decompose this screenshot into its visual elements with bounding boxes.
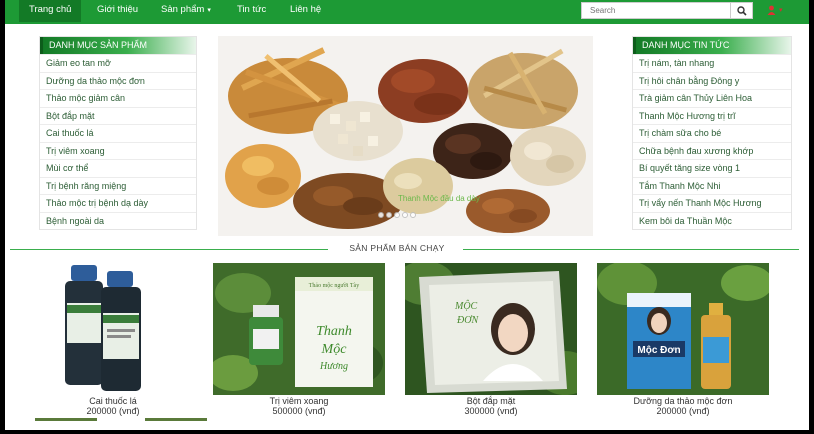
category-item[interactable]: Mùi cơ thể [40,159,196,177]
herbal-skincare-box-image: Mộc Đơn [597,263,769,395]
svg-text:Mộc: Mộc [321,342,348,357]
product-price: 300000 (vnđ) [464,406,518,416]
product-name[interactable]: Cai thuốc lá [27,396,199,406]
dried-herbs-image [218,36,593,236]
news-item[interactable]: Thanh Mộc Hương trị trĩ [633,106,791,125]
nasal-spray-box-image: Thảo mộc người Tày Thanh Mộc Hương [213,263,385,395]
slider-dot[interactable] [394,212,400,218]
category-item[interactable]: Giảm eo tan mỡ [40,54,196,72]
section-divider [10,249,328,250]
slider-dot[interactable] [410,212,416,218]
category-item[interactable]: Trị viêm xoang [40,141,196,160]
search-button[interactable] [730,3,752,18]
search-box [581,2,753,19]
category-item[interactable]: Dưỡng da thảo mộc đơn [40,71,196,90]
category-item[interactable]: Bột đắp mặt [40,106,196,125]
news-item[interactable]: Trị hôi chân bằng Đông y [633,71,791,90]
product-card[interactable]: Thảo mộc người Tày Thanh Mộc Hương Trị v… [213,263,385,423]
slider-dot[interactable] [402,212,408,218]
search-icon [737,6,747,16]
category-item[interactable]: Bệnh ngoài da [40,211,196,230]
svg-text:Thảo mộc người Tày: Thảo mộc người Tày [309,283,359,289]
category-item[interactable]: Thảo mộc trị bệnh dạ dày [40,194,196,212]
product-price: 500000 (vnđ) [272,406,326,416]
chevron-down-icon: ▾ [207,7,211,14]
news-item[interactable]: Tắm Thanh Mộc Nhi [633,176,791,195]
best-sellers-title: SẢN PHẨM BÁN CHẠY [349,243,445,253]
news-item[interactable]: Chữa bệnh đau xương khớp [633,141,791,160]
news-item[interactable]: Trị chàm sữa cho bé [633,124,791,142]
product-image[interactable] [27,263,199,395]
product-name[interactable]: Trị viêm xoang [213,396,385,406]
slider-dots [378,210,418,218]
product-card[interactable]: MỘC ĐƠN Bột đắp mặt 300000 (vnđ) [405,263,577,423]
slider-dot[interactable] [386,212,392,218]
user-menu-button[interactable]: ▾ [765,5,789,17]
news-item[interactable]: Trị vẩy nến Thanh Mộc Hương [633,194,791,212]
top-navbar: Trang chủ Giới thiệu Sản phẩm ▾ Tin tức L… [5,0,809,24]
face-mask-powder-bag-image: MỘC ĐƠN [405,263,577,395]
news-item[interactable]: Kem bôi da Thuần Mộc [633,211,791,230]
news-item[interactable]: Trà giảm cân Thủy Liên Hoa [633,89,791,107]
user-icon [767,5,776,15]
category-item[interactable]: Cai thuốc lá [40,124,196,142]
slider-caption: Thanh Mộc đầu da dày [398,194,480,203]
product-category-title: DANH MỤC SẢN PHẨM [40,37,196,54]
product-image[interactable]: Mộc Đơn [597,263,769,395]
slider-dot[interactable] [378,212,384,218]
nav-products-label: Sản phẩm [161,4,205,15]
hero-slider[interactable]: Thanh Mộc đầu da dày [218,36,593,236]
svg-text:Thanh: Thanh [316,324,352,339]
svg-text:Mộc Đơn: Mộc Đơn [637,345,680,356]
product-price: 200000 (vnđ) [86,406,140,416]
page-frame: Trang chủ Giới thiệu Sản phẩm ▾ Tin tức L… [5,0,809,430]
nav-about[interactable]: Giới thiệu [87,0,148,22]
news-category-panel: DANH MỤC TIN TỨC Trị nám, tàn nhang Trị … [632,36,792,230]
product-price: 200000 (vnđ) [656,406,710,416]
nav-products[interactable]: Sản phẩm ▾ [151,0,221,22]
next-row-image-edge [35,418,97,421]
news-item[interactable]: Trị nám, tàn nhang [633,54,791,72]
section-divider [463,249,799,250]
product-image[interactable]: MỘC ĐƠN [405,263,577,395]
medicine-bottles-image [27,263,199,395]
news-item[interactable]: Bí quyết tăng size vòng 1 [633,159,791,177]
svg-text:Hương: Hương [319,361,348,372]
svg-text:ĐƠN: ĐƠN [456,315,479,326]
product-card[interactable]: Mộc Đơn Dưỡng da thảo mộc đơn 200000 (vn… [597,263,769,423]
product-image[interactable]: Thảo mộc người Tày Thanh Mộc Hương [213,263,385,395]
category-item[interactable]: Thảo mộc giảm cân [40,89,196,107]
next-row-image-edge [145,418,207,421]
nav-contact[interactable]: Liên hệ [280,0,331,22]
nav-news[interactable]: Tin tức [227,0,276,22]
svg-text:MỘC: MỘC [454,300,478,312]
product-name[interactable]: Bột đắp mặt [405,396,577,406]
nav-home[interactable]: Trang chủ [19,0,82,22]
product-card[interactable]: Cai thuốc lá 200000 (vnđ) [27,263,199,423]
news-category-title: DANH MỤC TIN TỨC [633,37,791,54]
product-category-panel: DANH MỤC SẢN PHẨM Giảm eo tan mỡ Dưỡng d… [39,36,197,230]
category-item[interactable]: Trị bệnh răng miệng [40,176,196,195]
product-name[interactable]: Dưỡng da thảo mộc đơn [597,396,769,406]
chevron-down-icon: ▾ [779,7,783,14]
search-input[interactable] [582,3,730,18]
